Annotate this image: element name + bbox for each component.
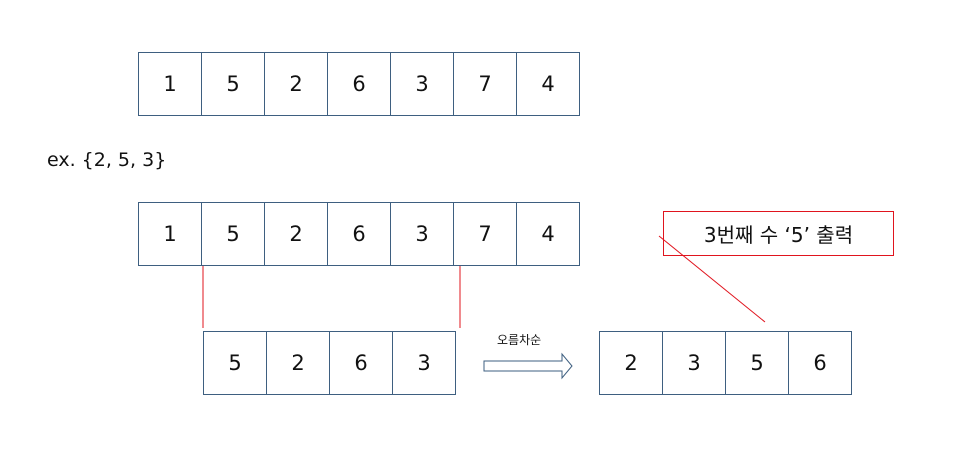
original-array-repeat: 1 5 2 6 3 7 4 (138, 202, 580, 266)
array-cell: 2 (264, 52, 328, 116)
array-slice-sort-diagram: 1 5 2 6 3 7 4 ex. {2, 5, 3} 1 5 2 6 3 7 … (0, 0, 973, 460)
sort-arrow-icon (483, 352, 573, 380)
sorted-cell: 2 (599, 331, 663, 395)
sorted-cell: 3 (662, 331, 726, 395)
array-cell: 3 (390, 52, 454, 116)
subarray-cell: 6 (329, 331, 393, 395)
array-cell: 1 (138, 202, 202, 266)
array-cell: 3 (390, 202, 454, 266)
array-cell: 2 (264, 202, 328, 266)
array-cell: 4 (516, 202, 580, 266)
array-cell: 6 (327, 52, 391, 116)
array-cell: 4 (516, 52, 580, 116)
subarray-cell: 5 (203, 331, 267, 395)
array-cell: 5 (201, 52, 265, 116)
sorted-cell: 6 (788, 331, 852, 395)
array-cell: 5 (201, 202, 265, 266)
array-cell: 1 (138, 52, 202, 116)
sliced-subarray: 5 2 6 3 (203, 331, 456, 395)
example-command-label: ex. {2, 5, 3} (47, 149, 167, 171)
subarray-cell: 3 (392, 331, 456, 395)
subarray-cell: 2 (266, 331, 330, 395)
ascending-sort-label: 오름차순 (497, 333, 542, 347)
array-cell: 7 (453, 52, 517, 116)
original-array: 1 5 2 6 3 7 4 (138, 52, 580, 116)
array-cell: 6 (327, 202, 391, 266)
sorted-cell: 5 (725, 331, 789, 395)
array-cell: 7 (453, 202, 517, 266)
sorted-subarray: 2 3 5 6 (599, 331, 852, 395)
result-callout: 3번째 수 ‘5’ 출력 (663, 211, 894, 256)
